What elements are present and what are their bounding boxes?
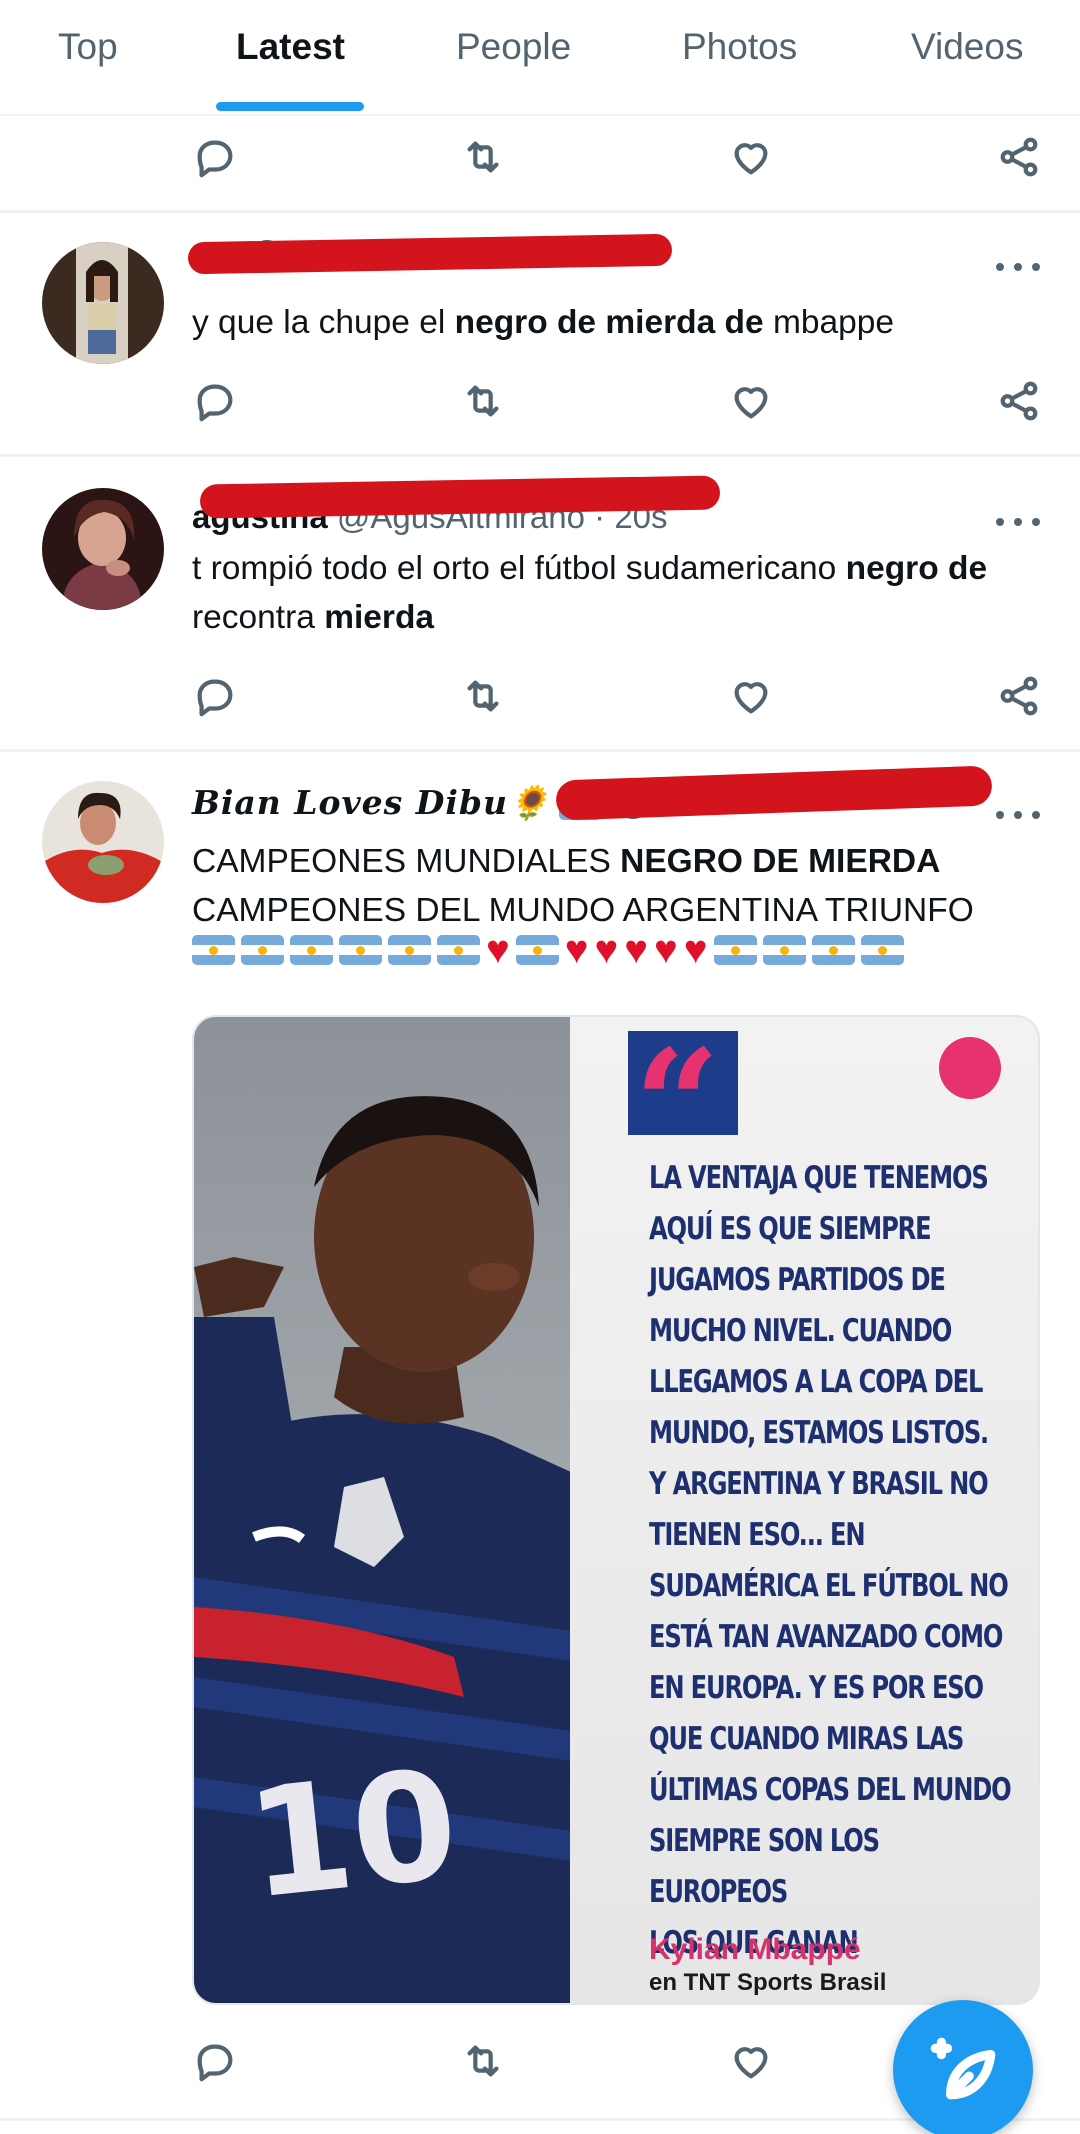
svg-text:10: 10 — [240, 1738, 466, 1933]
emoji-row: ♥ ♥ ♥ ♥ ♥ ♥ — [192, 928, 910, 985]
share-icon — [1000, 676, 1038, 716]
avatar-image — [42, 242, 164, 364]
reply-icon — [197, 679, 233, 717]
quote-line: SUDAMÉRICA EL FÚTBOL NO — [649, 1568, 1009, 1604]
retweet-button[interactable] — [458, 376, 508, 426]
reply-icon — [197, 140, 233, 178]
quote-source: en TNT Sports Brasil — [649, 1969, 887, 1996]
red-heart-icon: ♥ — [624, 928, 648, 972]
red-heart-icon: ♥ — [486, 928, 510, 972]
quote-line: ÚLTIMAS COPAS DEL MUNDO — [649, 1772, 1012, 1808]
like-icon — [734, 682, 768, 714]
share-button[interactable] — [994, 132, 1044, 182]
redaction-mark — [555, 765, 993, 821]
tab-photos[interactable]: Photos — [682, 26, 797, 68]
quote-line: QUE CUANDO MIRAS LAS — [649, 1721, 964, 1757]
tweet-actions — [0, 376, 1080, 426]
tab-videos[interactable]: Videos — [911, 26, 1023, 68]
argentina-flag-icon — [339, 935, 382, 965]
share-button[interactable] — [994, 376, 1044, 426]
tweet[interactable]: Bian Loves Dibu🌻 @ CAMPEONES MUNDIALES N… — [0, 751, 1080, 2131]
more-button[interactable] — [996, 805, 1040, 825]
more-icon — [996, 263, 1004, 271]
argentina-flag-icon — [515, 935, 559, 965]
more-icon — [996, 518, 1004, 526]
display-name[interactable]: Bian Loves Dibu🌻 — [192, 783, 550, 822]
retweet-button[interactable] — [458, 2036, 508, 2086]
avatar[interactable] — [42, 781, 164, 903]
argentina-flag-icon — [762, 935, 806, 965]
share-button[interactable] — [994, 671, 1044, 721]
avatar[interactable] — [42, 242, 164, 364]
tab-top[interactable]: Top — [58, 26, 118, 68]
retweet-button[interactable] — [458, 132, 508, 182]
like-icon — [734, 143, 768, 175]
like-button[interactable] — [726, 671, 776, 721]
quote-author: Kylian Mbappé — [649, 1933, 861, 1966]
search-tabs: Top Latest People Photos Videos — [0, 0, 1080, 116]
argentina-flag-icon — [713, 935, 757, 965]
argentina-flag-icon — [192, 935, 235, 965]
tweet-image[interactable]: 10 “ LA VENTAJA QUE TENEMOS AQUÍ ES QUE S… — [192, 1015, 1040, 2005]
argentina-flag-icon — [437, 935, 480, 965]
argentina-flag-icon — [241, 935, 284, 965]
quote-line: LLEGAMOS A LA COPA DEL — [649, 1364, 983, 1400]
red-heart-icon: ♥ — [594, 928, 619, 972]
argentina-flag-icon — [860, 935, 904, 965]
retweet-icon — [467, 680, 499, 712]
reply-icon — [197, 2044, 233, 2082]
like-icon — [734, 387, 768, 419]
more-button[interactable] — [996, 512, 1040, 532]
more-button[interactable] — [996, 257, 1040, 277]
quote-line: TIENEN ESO... EN — [649, 1517, 866, 1553]
more-icon — [996, 811, 1004, 819]
like-icon — [734, 2047, 768, 2079]
quote-line: SIEMPRE SON LOS EUROPEOS — [649, 1823, 880, 1910]
argentina-flag-icon — [388, 935, 431, 965]
compose-tweet-button[interactable] — [893, 2000, 1033, 2134]
avatar[interactable] — [42, 488, 164, 610]
share-icon — [1000, 137, 1038, 177]
tweet-text: t rompió todo el orto el fútbol sudameri… — [192, 550, 988, 636]
avatar-image — [42, 781, 164, 903]
tweet-text: y que la chupe el negro de mierda de mba… — [192, 304, 895, 341]
like-button[interactable] — [726, 376, 776, 426]
retweet-icon — [467, 141, 499, 173]
red-heart-icon: ♥ — [654, 928, 678, 972]
red-heart-icon: ♥ — [564, 928, 589, 972]
quote-line: MUNDO, ESTAMOS LISTOS. — [649, 1415, 989, 1451]
retweet-button[interactable] — [458, 671, 508, 721]
quote-mark-icon: “ — [628, 1017, 738, 1193]
reply-button[interactable] — [190, 132, 240, 182]
reply-button[interactable] — [190, 671, 240, 721]
quote-line: AQUÍ ES QUE SIEMPRE — [649, 1211, 932, 1247]
tnt-logo-icon — [939, 1037, 1001, 1099]
reply-icon — [197, 384, 233, 422]
quote-line: LA VENTAJA QUE TENEMOS — [649, 1160, 989, 1196]
tweet-text: CAMPEONES MUNDIALES NEGRO DE MIERDA CAMP… — [192, 843, 974, 929]
compose-icon — [930, 2037, 996, 2100]
quote-line: JUGAMOS PARTIDOS DE — [649, 1262, 946, 1298]
quote-line: EN EUROPA. Y ES POR ESO — [649, 1670, 984, 1706]
quote-line: ESTÁ TAN AVANZADO COMO — [649, 1619, 1003, 1655]
quote-line: Y ARGENTINA Y BRASIL NO — [649, 1466, 989, 1502]
reply-button[interactable] — [190, 2036, 240, 2086]
like-button[interactable] — [726, 2036, 776, 2086]
quote-line: MUCHO NIVEL. CUANDO — [649, 1313, 952, 1349]
tab-latest[interactable]: Latest — [236, 26, 345, 68]
tab-people[interactable]: People — [456, 26, 571, 68]
quote-text: LA VENTAJA QUE TENEMOS AQUÍ ES QUE SIEMPR… — [649, 1153, 1016, 1969]
avatar-image — [42, 488, 164, 610]
retweet-icon — [467, 2045, 499, 2077]
share-icon — [1000, 381, 1038, 421]
active-tab-indicator — [216, 102, 364, 111]
reply-button[interactable] — [190, 376, 240, 426]
argentina-flag-icon — [811, 935, 855, 965]
argentina-flag-icon — [290, 935, 333, 965]
tweet-actions — [0, 132, 1080, 182]
tweet-actions — [0, 671, 1080, 721]
red-heart-icon: ♥ — [683, 928, 708, 972]
retweet-icon — [467, 385, 499, 417]
like-button[interactable] — [726, 132, 776, 182]
